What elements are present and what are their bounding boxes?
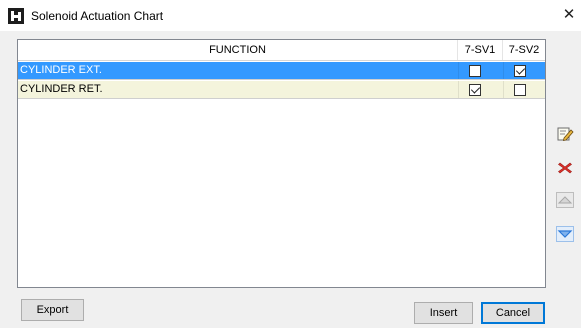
column-header-function[interactable]: FUNCTION: [18, 40, 458, 60]
table-row[interactable]: CYLINDER RET.: [18, 81, 545, 99]
function-cell[interactable]: CYLINDER RET.: [20, 81, 456, 98]
sv1-cell: [458, 62, 503, 79]
title-bar: Solenoid Actuation Chart ✕: [0, 0, 581, 31]
sv2-cell: [503, 62, 545, 79]
edit-icon[interactable]: [556, 126, 574, 142]
cancel-button[interactable]: Cancel: [481, 302, 545, 324]
sv1-checkbox[interactable]: [469, 84, 481, 96]
move-down-icon[interactable]: [556, 226, 574, 242]
column-header-7-sv1[interactable]: 7-SV1: [458, 40, 503, 60]
solenoid-grid[interactable]: FUNCTION 7-SV1 7-SV2 CYLINDER EXT. CYLIN…: [17, 39, 546, 288]
sv1-cell: [458, 81, 503, 98]
sv2-checkbox[interactable]: [514, 65, 526, 77]
app-icon: [8, 8, 24, 24]
column-header-7-sv2[interactable]: 7-SV2: [503, 40, 545, 60]
grid-header: FUNCTION 7-SV1 7-SV2: [18, 40, 545, 61]
sv1-checkbox[interactable]: [469, 65, 481, 77]
close-button[interactable]: ✕: [557, 0, 581, 31]
sv2-cell: [503, 81, 545, 98]
function-cell[interactable]: CYLINDER EXT.: [20, 62, 456, 79]
insert-button[interactable]: Insert: [414, 302, 473, 324]
delete-icon[interactable]: [556, 160, 574, 176]
export-button[interactable]: Export: [21, 299, 84, 321]
table-row[interactable]: CYLINDER EXT.: [18, 62, 545, 80]
sv2-checkbox[interactable]: [514, 84, 526, 96]
move-up-icon[interactable]: [556, 192, 574, 208]
window-title: Solenoid Actuation Chart: [31, 9, 164, 23]
